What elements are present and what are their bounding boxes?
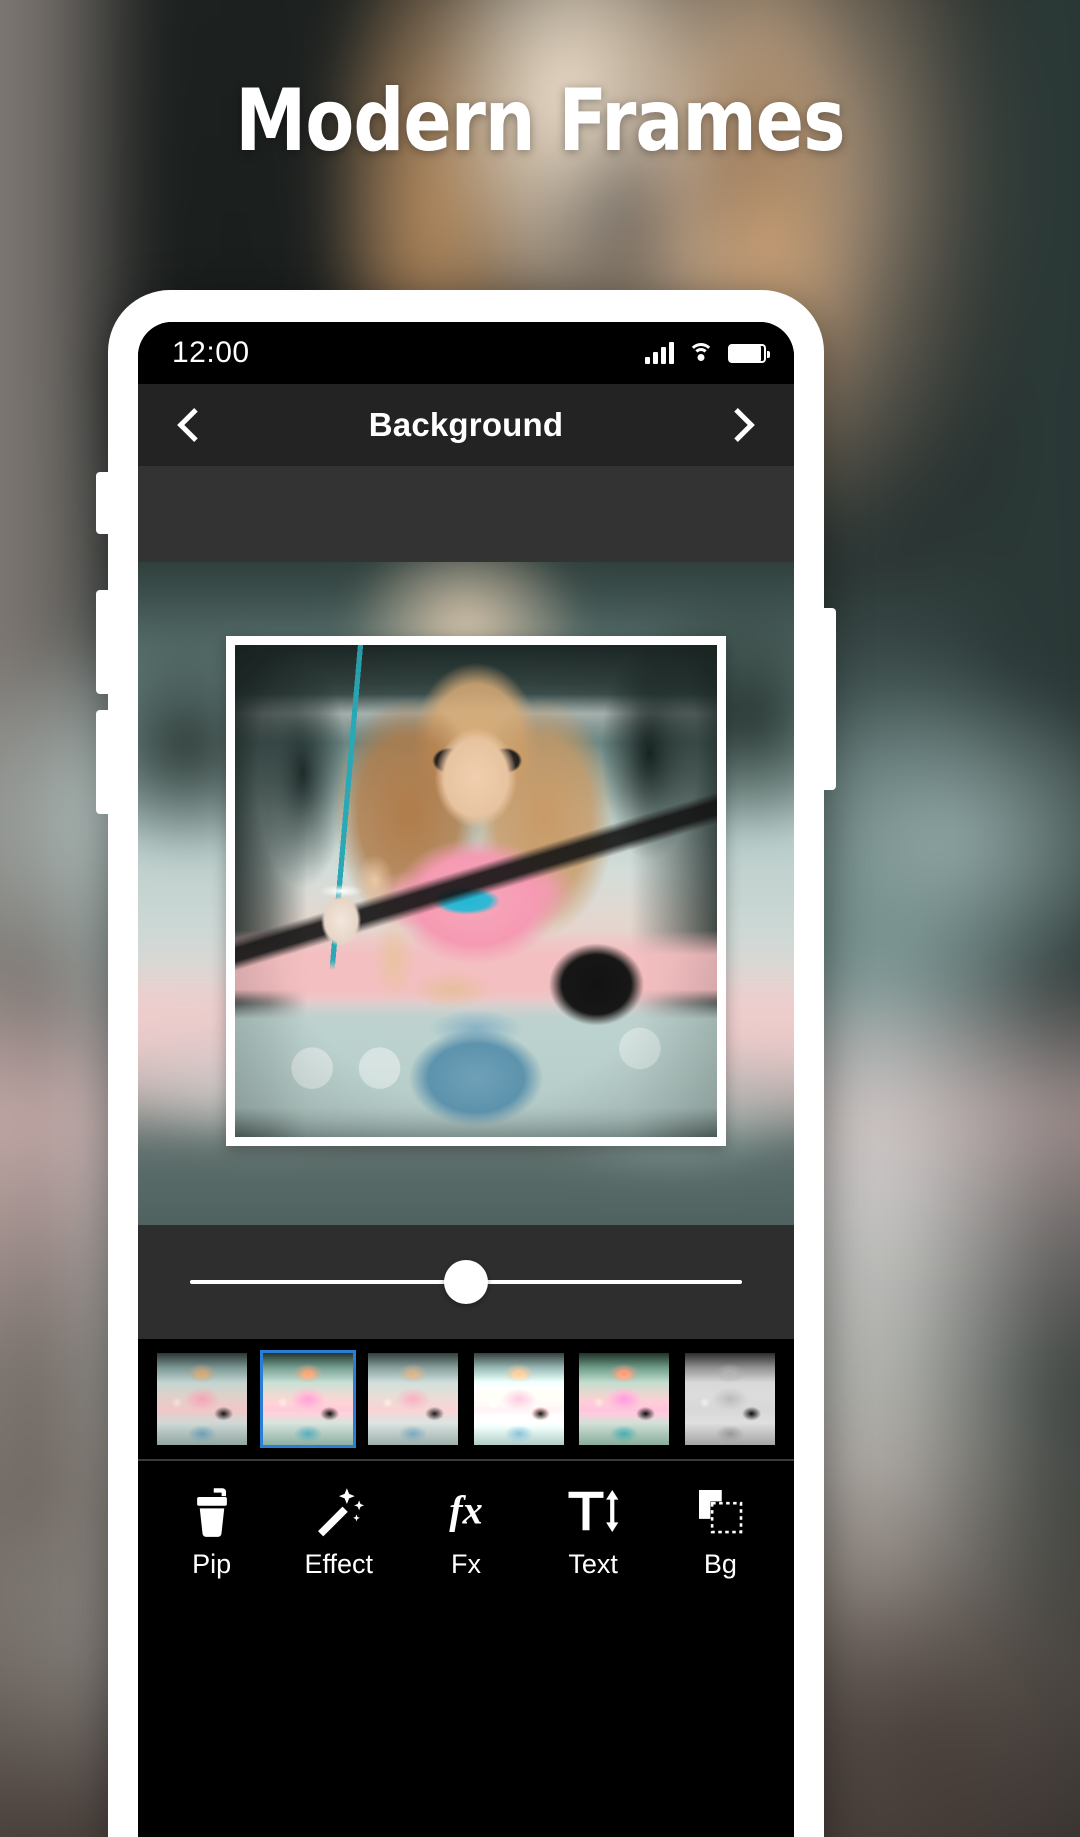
opacity-slider[interactable] (138, 1225, 794, 1339)
phone-button-mute (96, 472, 110, 534)
text-resize-icon (565, 1483, 621, 1539)
editor-header: Background (138, 384, 794, 466)
filter-thumbnail-strip[interactable] (138, 1339, 794, 1459)
nav-item-bg[interactable]: Bg (661, 1483, 779, 1580)
promo-title: Modern Frames (235, 71, 845, 171)
filter-thumb-layer (157, 1353, 247, 1445)
bottom-toolbar[interactable]: Pip Effect fx Fx Text Bg (138, 1459, 794, 1837)
filter-thumb-original[interactable] (154, 1350, 250, 1448)
filter-thumb-image (368, 1353, 459, 1445)
nav-item-text[interactable]: Text (534, 1483, 652, 1580)
filter-thumb-bright[interactable] (471, 1350, 567, 1448)
photo-layer-vignette (235, 645, 717, 1137)
battery-icon (728, 343, 770, 363)
filter-thumb-layer (262, 1353, 353, 1445)
nav-item-effect[interactable]: Effect (280, 1483, 398, 1580)
phone-button-volume-down (96, 710, 110, 814)
phone-button-power (822, 608, 836, 790)
chevron-right-icon (722, 408, 756, 442)
back-button[interactable] (168, 400, 218, 450)
magic-wand-icon (311, 1483, 367, 1539)
phone-button-volume-up (96, 590, 110, 694)
nav-item-fx[interactable]: fx Fx (407, 1483, 525, 1580)
filter-thumb-image (684, 1353, 775, 1445)
wifi-icon (688, 343, 714, 363)
filter-thumb-layer (579, 1353, 670, 1445)
filter-thumb-warm-pink[interactable] (576, 1350, 672, 1448)
signal-icon (645, 342, 674, 364)
filter-thumb-layer (473, 1353, 564, 1445)
nav-item-label: Text (568, 1549, 618, 1579)
status-bar: 12:00 (138, 322, 794, 384)
filter-thumb-image (473, 1353, 564, 1445)
status-icons (645, 342, 770, 364)
svg-text:fx: fx (449, 1487, 483, 1532)
filter-thumb-image (157, 1353, 247, 1445)
slider-thumb[interactable] (444, 1260, 488, 1304)
toolbar-strip (138, 466, 794, 562)
editor-canvas[interactable] (138, 562, 794, 1225)
nav-item-label: Fx (450, 1549, 481, 1579)
chevron-left-icon (176, 408, 210, 442)
filter-thumb-layer (684, 1353, 775, 1445)
nav-item-label: Effect (304, 1549, 374, 1579)
filter-thumb-mono[interactable] (682, 1350, 778, 1448)
nav-item-label: Bg (703, 1549, 737, 1579)
filter-thumb-soft-fade[interactable] (365, 1350, 461, 1448)
page-title: Background (368, 406, 564, 443)
phone-mockup: 12:00 Background Pip Effect fx Fx Text B… (96, 290, 836, 1837)
nav-item-pip[interactable]: Pip (153, 1483, 271, 1580)
filter-thumb-layer (368, 1353, 459, 1445)
filter-thumb-image (262, 1353, 353, 1445)
phone-screen: 12:00 Background Pip Effect fx Fx Text B… (138, 322, 794, 1837)
forward-button[interactable] (714, 400, 764, 450)
background-layers-icon (692, 1483, 748, 1539)
framed-photo[interactable] (226, 636, 726, 1146)
slider-track[interactable] (190, 1260, 742, 1304)
nav-item-label: Pip (192, 1549, 232, 1579)
status-clock: 12:00 (172, 336, 250, 369)
cup-icon (184, 1483, 240, 1539)
filter-thumb-image (579, 1353, 670, 1445)
fx-icon: fx (438, 1483, 494, 1539)
filter-thumb-cool-blue[interactable] (259, 1350, 356, 1448)
